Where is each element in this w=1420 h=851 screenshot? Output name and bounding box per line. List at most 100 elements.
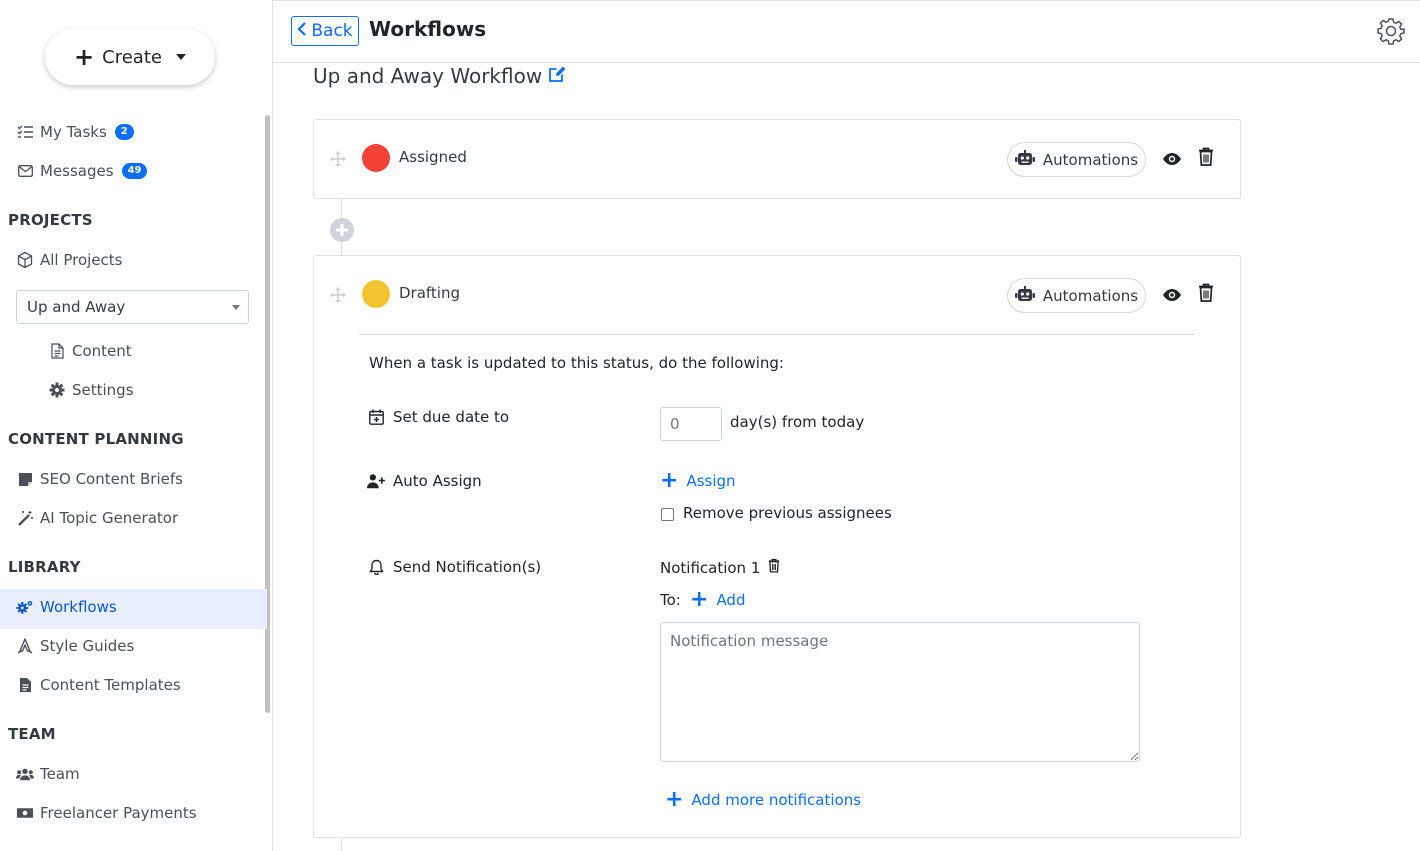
sidebar-item-label: Workflows [40, 598, 117, 616]
sidebar-item-all-projects[interactable]: All Projects [16, 248, 123, 272]
trash-icon[interactable] [1198, 283, 1216, 305]
due-date-text: Set due date to [393, 408, 510, 426]
eye-icon[interactable] [1162, 284, 1184, 306]
plus-icon: + [660, 468, 679, 493]
create-button[interactable]: + Create [45, 29, 215, 85]
messages-count-badge: 49 [121, 163, 148, 179]
library-heading: LIBRARY [8, 558, 81, 576]
due-date-label: Set due date to [367, 408, 509, 426]
automations-button[interactable]: Automations [1007, 142, 1146, 177]
status-color-dot[interactable] [362, 144, 390, 172]
plus-icon: + [690, 587, 709, 612]
remove-previous-checkbox[interactable] [661, 508, 674, 521]
due-days-suffix: day(s) from today [730, 413, 865, 431]
money-bill-icon [16, 804, 34, 822]
workflow-name: Up and Away Workflow [313, 64, 567, 88]
notification-1-text: Notification 1 [660, 558, 761, 577]
select-arrow-icon [232, 305, 240, 310]
sidebar-item-content[interactable]: Content [48, 339, 132, 363]
status-color-dot[interactable] [362, 280, 390, 308]
plus-icon: + [665, 787, 684, 812]
sidebar-item-label: Settings [72, 381, 134, 399]
users-icon [16, 765, 34, 783]
eye-icon[interactable] [1162, 148, 1184, 170]
sidebar: + Create My Tasks 2 Messages 49 PROJECTS… [0, 0, 273, 851]
sidebar-item-label: Content Templates [40, 676, 181, 694]
content-planning-heading: CONTENT PLANNING [8, 430, 184, 448]
page-title: Workflows [369, 17, 487, 41]
gear-icon [1377, 17, 1405, 49]
add-status-button[interactable] [330, 218, 354, 242]
project-select-value: Up and Away [27, 298, 126, 316]
due-days-input[interactable] [660, 407, 722, 441]
status-label[interactable]: Assigned [399, 148, 467, 166]
automations-button[interactable]: Automations [1007, 278, 1146, 313]
auto-assign-text: Auto Assign [393, 472, 482, 490]
notification-1-title: Notification 1 [660, 558, 780, 577]
edit-icon[interactable] [548, 64, 567, 88]
drag-handle-icon[interactable] [330, 287, 346, 303]
status-row: Assigned Automations [314, 120, 1240, 198]
gear-icon [48, 381, 66, 399]
chevron-left-icon [297, 21, 307, 41]
sidebar-item-label: Content [72, 342, 132, 360]
sidebar-item-freelancer-payments[interactable]: Freelancer Payments [16, 801, 197, 825]
pen-nib-icon [16, 637, 34, 655]
add-more-notifications-link[interactable]: + Add more notifications [665, 789, 861, 811]
divider [359, 334, 1194, 335]
robot-icon [1014, 285, 1035, 306]
automations-label: Automations [1042, 150, 1139, 169]
notification-message-textarea[interactable] [660, 622, 1140, 762]
sticky-note-icon [16, 470, 34, 488]
sidebar-item-label: Team [40, 765, 80, 783]
tasks-count-badge: 2 [114, 124, 134, 140]
assign-link[interactable]: + Assign [660, 470, 736, 492]
sidebar-item-label: AI Topic Generator [40, 509, 179, 527]
sidebar-item-style-guides[interactable]: Style Guides [16, 634, 134, 658]
trash-icon[interactable] [768, 558, 780, 577]
create-label: Create [102, 46, 162, 68]
drag-handle-icon[interactable] [330, 151, 346, 167]
sidebar-item-messages[interactable]: Messages 49 [16, 159, 148, 183]
add-link-text: Add [716, 591, 746, 609]
sidebar-item-content-templates[interactable]: Content Templates [16, 673, 181, 697]
plus-icon: + [74, 43, 95, 71]
sidebar-item-my-tasks[interactable]: My Tasks 2 [16, 120, 134, 144]
team-heading: TEAM [8, 725, 56, 743]
sidebar-item-label: All Projects [40, 251, 123, 269]
workflow-name-text: Up and Away Workflow [313, 64, 543, 88]
back-button[interactable]: Back [291, 16, 359, 46]
envelope-icon [16, 162, 34, 180]
sidebar-item-seo-briefs[interactable]: SEO Content Briefs [16, 467, 183, 491]
magic-wand-icon [16, 509, 34, 527]
settings-gear-button[interactable] [1376, 18, 1406, 48]
automation-intro: When a task is updated to this status, d… [369, 354, 784, 372]
add-more-text: Add more notifications [691, 791, 862, 809]
sidebar-item-team[interactable]: Team [16, 762, 80, 786]
task-list-icon [16, 123, 34, 141]
sidebar-item-settings[interactable]: Settings [48, 378, 134, 402]
user-plus-icon [367, 472, 385, 490]
sidebar-item-ai-topic[interactable]: AI Topic Generator [16, 506, 178, 530]
automations-label: Automations [1042, 286, 1139, 305]
connector-line [341, 837, 342, 851]
status-label[interactable]: Drafting [399, 284, 460, 302]
sidebar-item-label: SEO Content Briefs [40, 470, 183, 488]
top-header: Back Workflows [273, 0, 1420, 63]
auto-assign-label: Auto Assign [367, 472, 482, 490]
projects-heading: PROJECTS [8, 211, 93, 229]
project-select[interactable]: Up and Away [16, 290, 249, 324]
send-notifications-text: Send Notification(s) [393, 558, 542, 576]
status-card-assigned: Assigned Automations [313, 119, 1241, 199]
file-alt-icon [16, 676, 34, 694]
trash-icon[interactable] [1198, 147, 1216, 169]
add-recipient-link[interactable]: + Add [690, 589, 745, 611]
remove-previous-label: Remove previous assignees [683, 504, 892, 522]
cube-icon [16, 251, 34, 269]
status-row: Drafting Automations [314, 256, 1240, 334]
sidebar-item-label: My Tasks [40, 123, 107, 141]
sidebar-item-label: Freelancer Payments [40, 804, 197, 822]
sidebar-item-label: Messages [40, 162, 114, 180]
sidebar-item-workflows[interactable]: Workflows [16, 595, 117, 619]
assign-link-text: Assign [686, 472, 736, 490]
